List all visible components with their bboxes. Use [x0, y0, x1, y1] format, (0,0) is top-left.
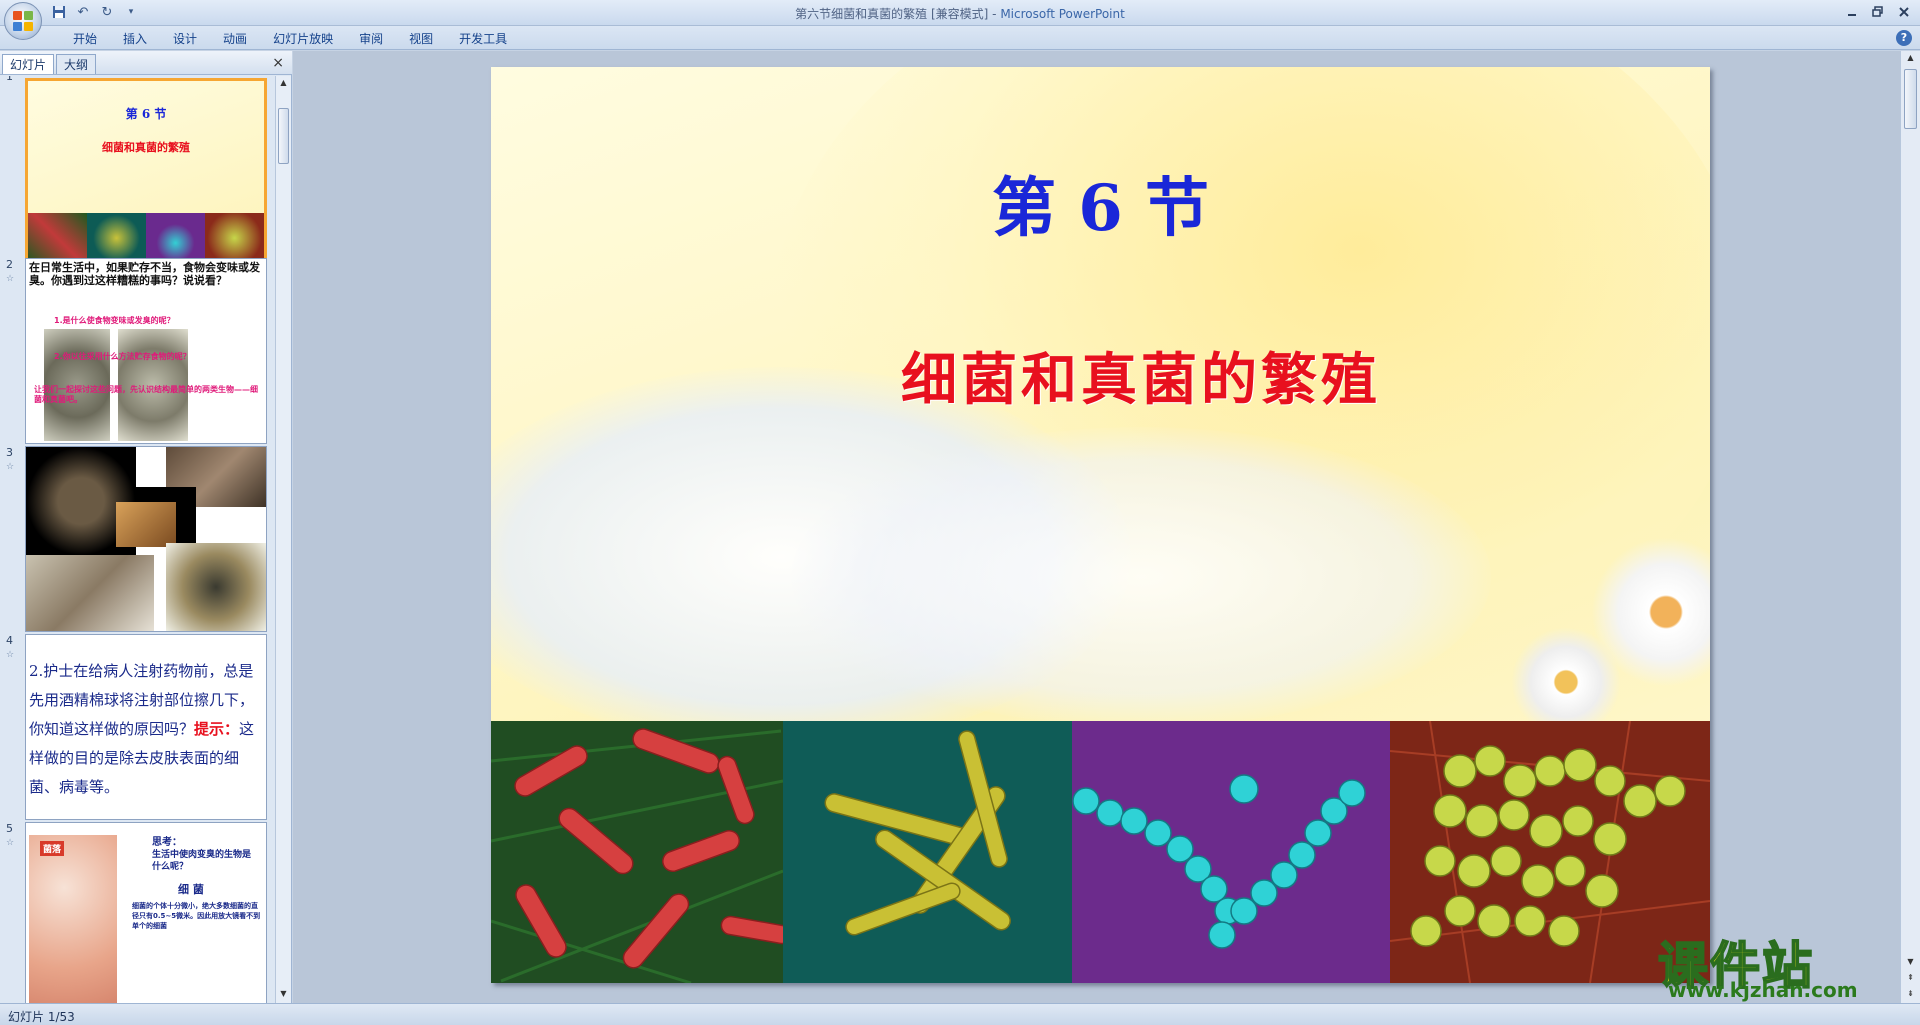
previous-slide-icon[interactable]: ⇞ — [1905, 973, 1916, 985]
slide-title[interactable]: 第 6 节 — [491, 157, 1710, 249]
slide-number: 1 — [6, 76, 13, 83]
tab-slide-show[interactable]: 幻灯片放映 — [260, 30, 346, 48]
thumb-subtitle: 细菌和真菌的繁殖 — [102, 141, 190, 154]
thumb-label: 菌落 — [40, 841, 65, 856]
tab-insert[interactable]: 插入 — [110, 30, 160, 48]
slides-panel: 幻灯片 大纲 × 1 第 6 节 细菌和真菌的繁殖 2 ☆ 在日常生活中，如果贮… — [0, 51, 292, 1003]
slide-number: 2 — [6, 258, 13, 271]
slide-subtitle[interactable]: 细菌和真菌的繁殖 — [491, 335, 1710, 416]
thumbnail-row: 3 ☆ — [0, 444, 276, 636]
close-panel-icon[interactable]: × — [272, 55, 284, 71]
ribbon-tab-bar: 开始 插入 设计 动画 幻灯片放映 审阅 视图 开发工具 ? — [0, 26, 1920, 50]
thumb-photo — [166, 543, 266, 631]
animation-star-icon: ☆ — [6, 650, 15, 660]
thumb-title: 第 6 节 — [125, 107, 167, 121]
slide-scrollbar[interactable]: ▲ ▼ ⇞ ⇟ — [1900, 51, 1920, 1003]
office-logo-icon — [13, 11, 33, 31]
bacteria-image-strip — [491, 721, 1710, 983]
thumb-note: 让我们一起探讨这些问题，先认识结构最简单的两类生物——细菌和真菌吧。 — [34, 385, 258, 404]
office-button[interactable] — [4, 2, 42, 40]
tab-outline[interactable]: 大纲 — [56, 54, 97, 74]
tab-animations[interactable]: 动画 — [210, 30, 260, 48]
bacteria-image-bacilli — [783, 721, 1072, 983]
scroll-thumb[interactable] — [1904, 69, 1917, 129]
thumb-photo — [26, 555, 154, 631]
close-window-icon[interactable] — [1892, 2, 1916, 22]
ribbon-tabs: 开始 插入 设计 动画 幻灯片放映 审阅 视图 开发工具 — [60, 30, 520, 48]
title-bar: ↶ ↻ ▾ 第六节细菌和真菌的繁殖 [兼容模式] - Microsoft Pow… — [0, 0, 1920, 40]
current-slide[interactable]: 第 6 节 细菌和真菌的繁殖 — [491, 67, 1710, 983]
thumb-desc: 细菌的个体十分微小，绝大多数细菌的直径只有0.5~5微米。因此用放大镜看不到单个… — [132, 902, 261, 930]
animation-star-icon: ☆ — [6, 274, 15, 284]
thumbnail-row: 4 ☆ 2.护士在给病人注射药物前，总是先用酒精棉球将注射部位擦几下，你知道这样… — [0, 632, 276, 824]
thumb-question: 1.是什么使食物变味或发臭的呢？ — [54, 316, 175, 325]
thumb-text: 在日常生活中，如果贮存不当，食物会变味或发臭。你遇到过这样糟糕的事吗？说说看？ — [29, 261, 260, 287]
bacteria-image-streptococci — [1072, 721, 1390, 983]
thumb-question: 2.你以往采用什么方法贮存食物的呢？ — [54, 352, 191, 361]
thumb-think: 思考： — [152, 837, 182, 848]
slide-thumbnail-3[interactable] — [25, 446, 267, 632]
scroll-down-icon[interactable]: ▼ — [1905, 957, 1916, 969]
next-slide-icon[interactable]: ⇟ — [1905, 989, 1916, 1001]
thumbnail-row: 5 ☆ 菌落 思考： 生活中使肉变臭的生物是什么呢？ 细 菌 细菌的个体十分微小… — [0, 820, 276, 1003]
thumbnail-row: 2 ☆ 在日常生活中，如果贮存不当，食物会变味或发臭。你遇到过这样糟糕的事吗？说… — [0, 256, 276, 448]
status-bar: 幻灯片 1/53 — [0, 1003, 1920, 1025]
scroll-thumb[interactable] — [278, 108, 289, 164]
tab-slides[interactable]: 幻灯片 — [2, 54, 55, 74]
slide-thumbnail-5[interactable]: 菌落 思考： 生活中使肉变臭的生物是什么呢？ 细 菌 细菌的个体十分微小，绝大多… — [25, 822, 267, 1003]
animation-star-icon: ☆ — [6, 838, 15, 848]
slide-counter: 幻灯片 1/53 — [8, 1010, 75, 1024]
thumb-photo — [29, 835, 117, 1003]
restore-icon[interactable] — [1866, 2, 1890, 22]
tab-developer[interactable]: 开发工具 — [446, 30, 520, 48]
minimize-icon[interactable] — [1840, 2, 1864, 22]
scroll-up-icon[interactable]: ▲ — [1905, 53, 1916, 65]
scroll-up-icon[interactable]: ▲ — [278, 78, 289, 90]
app-name: Microsoft PowerPoint — [1000, 7, 1125, 21]
panel-tabs: 幻灯片 大纲 × — [0, 51, 292, 75]
tab-review[interactable]: 审阅 — [346, 30, 396, 48]
animation-star-icon: ☆ — [6, 462, 15, 472]
window-controls — [1840, 2, 1916, 22]
tab-view[interactable]: 视图 — [396, 30, 446, 48]
thumb-hint-label: 提示： — [194, 720, 240, 738]
thumbnail-scrollbar[interactable]: ▲ ▼ — [275, 76, 291, 1003]
tab-design[interactable]: 设计 — [160, 30, 210, 48]
document-title: 第六节细菌和真菌的繁殖 [兼容模式] — [795, 7, 989, 21]
thumb-question: 生活中使肉变臭的生物是什么呢？ — [152, 850, 252, 872]
slide-thumbnail-2[interactable]: 在日常生活中，如果贮存不当，食物会变味或发臭。你遇到过这样糟糕的事吗？说说看？ … — [25, 258, 267, 444]
help-icon[interactable]: ? — [1896, 30, 1912, 46]
slide-number: 3 — [6, 446, 13, 459]
thumbnail-row: 1 第 6 节 细菌和真菌的繁殖 — [0, 76, 276, 266]
scroll-down-icon[interactable]: ▼ — [278, 989, 289, 1001]
slide-thumbnail-1[interactable]: 第 6 节 细菌和真菌的繁殖 — [25, 78, 267, 266]
slide-number: 4 — [6, 634, 13, 647]
thumb-heading: 细 菌 — [178, 883, 204, 896]
site-watermark: 课件站 www.kjzhan.com — [1657, 926, 1898, 1004]
slide-editor: 第 6 节 细菌和真菌的繁殖 — [293, 51, 1900, 1003]
slide-background-cloud — [791, 427, 1491, 727]
thumbnail-list: 1 第 6 节 细菌和真菌的繁殖 2 ☆ 在日常生活中，如果贮存不当，食物会变味… — [0, 76, 276, 1003]
window-title: 第六节细菌和真菌的繁殖 [兼容模式] - Microsoft PowerPoin… — [0, 5, 1920, 22]
slide-number: 5 — [6, 822, 13, 835]
title-separator: - — [988, 7, 1001, 21]
bacteria-image-rods — [491, 721, 783, 983]
watermark-url: www.kjzhan.com — [1668, 978, 1858, 1002]
slide-thumbnail-4[interactable]: 2.护士在给病人注射药物前，总是先用酒精棉球将注射部位擦几下，你知道这样做的原因… — [25, 634, 267, 820]
thumb-text: 2.护士在给病人注射药物前，总是先用酒精棉球将注射部位擦几下，你知道这样做的原因… — [29, 657, 265, 802]
thumb-photo — [116, 502, 176, 547]
tab-home[interactable]: 开始 — [60, 30, 110, 48]
